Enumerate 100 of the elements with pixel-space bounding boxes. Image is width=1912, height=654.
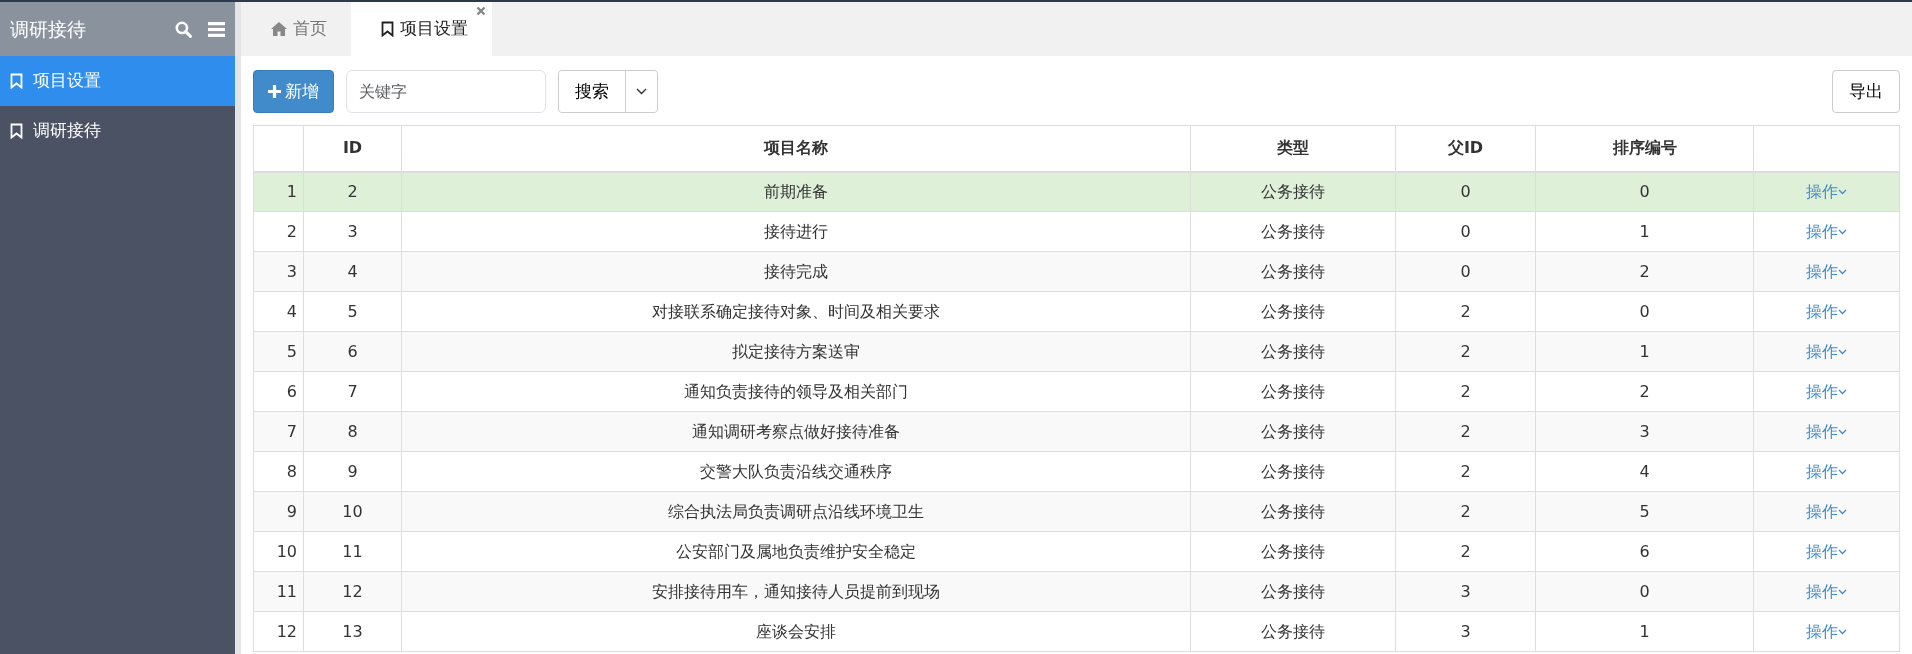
action-link[interactable]: 操作 bbox=[1806, 541, 1847, 561]
action-link[interactable]: 操作 bbox=[1806, 501, 1847, 521]
caret-icon bbox=[1838, 309, 1847, 315]
table-cell: 1 bbox=[1535, 331, 1754, 372]
table-cell: 3 bbox=[1395, 571, 1536, 612]
caret-icon bbox=[1838, 549, 1847, 555]
plus-icon bbox=[268, 85, 281, 98]
export-button[interactable]: 导出 bbox=[1832, 70, 1900, 113]
search-icon[interactable] bbox=[175, 20, 192, 38]
table-row[interactable]: 12 13 座谈会安排 公务接待 3 1 操作 bbox=[253, 611, 1900, 652]
bookmark-icon bbox=[10, 73, 23, 89]
action-link[interactable]: 操作 bbox=[1806, 221, 1847, 241]
table-cell: 8 bbox=[303, 411, 402, 452]
table-cell: 13 bbox=[303, 611, 402, 652]
table-row[interactable]: 10 11 公安部门及属地负责维护安全稳定 公务接待 2 6 操作 bbox=[253, 531, 1900, 572]
table-cell: 9 bbox=[303, 451, 402, 492]
row-number: 4 bbox=[253, 291, 304, 332]
table-cell: 拟定接待方案送审 bbox=[401, 331, 1191, 372]
table-row[interactable]: 11 12 安排接待用车，通知接待人员提前到现场 公务接待 3 0 操作 bbox=[253, 571, 1900, 612]
action-link[interactable]: 操作 bbox=[1806, 421, 1847, 441]
row-number: 3 bbox=[253, 251, 304, 292]
table-cell: 2 bbox=[1395, 411, 1536, 452]
column-header: 父ID bbox=[1395, 125, 1536, 172]
row-number: 2 bbox=[253, 211, 304, 252]
table-cell: 前期准备 bbox=[401, 171, 1191, 212]
table-cell: 3 bbox=[1535, 411, 1754, 452]
table-row[interactable]: 9 10 综合执法局负责调研点沿线环境卫生 公务接待 2 5 操作 bbox=[253, 491, 1900, 532]
bookmark-icon bbox=[381, 21, 394, 37]
action-link[interactable]: 操作 bbox=[1806, 341, 1847, 361]
action-link[interactable]: 操作 bbox=[1806, 461, 1847, 481]
table-cell: 公务接待 bbox=[1190, 331, 1396, 372]
menu-icon[interactable] bbox=[208, 21, 225, 37]
table-cell: 公务接待 bbox=[1190, 291, 1396, 332]
table-cell: 安排接待用车，通知接待人员提前到现场 bbox=[401, 571, 1191, 612]
table-cell: 0 bbox=[1395, 211, 1536, 252]
table-cell: 座谈会安排 bbox=[401, 611, 1191, 652]
table-cell: 3 bbox=[303, 211, 402, 252]
table-cell: 2 bbox=[303, 171, 402, 212]
column-header: 排序编号 bbox=[1535, 125, 1754, 172]
row-number: 11 bbox=[253, 571, 304, 612]
caret-icon bbox=[1838, 229, 1847, 235]
action-link[interactable]: 操作 bbox=[1806, 301, 1847, 321]
tab[interactable]: 首页 bbox=[241, 2, 351, 56]
column-header: ID bbox=[303, 125, 402, 172]
row-number: 5 bbox=[253, 331, 304, 372]
table-cell: 接待完成 bbox=[401, 251, 1191, 292]
table-row[interactable]: 4 5 对接联系确定接待对象、时间及相关要求 公务接待 2 0 操作 bbox=[253, 291, 1900, 332]
table-cell: 5 bbox=[303, 291, 402, 332]
caret-icon bbox=[1838, 349, 1847, 355]
table-cell: 公务接待 bbox=[1190, 371, 1396, 412]
table-row[interactable]: 2 3 接待进行 公务接待 0 1 操作 bbox=[253, 211, 1900, 252]
column-header: 类型 bbox=[1190, 125, 1396, 172]
caret-icon bbox=[1838, 589, 1847, 595]
row-number: 6 bbox=[253, 371, 304, 412]
table-cell: 公务接待 bbox=[1190, 531, 1396, 572]
action-link[interactable]: 操作 bbox=[1806, 381, 1847, 401]
caret-icon bbox=[1838, 429, 1847, 435]
table-row[interactable]: 7 8 通知调研考察点做好接待准备 公务接待 2 3 操作 bbox=[253, 411, 1900, 452]
table-cell: 2 bbox=[1395, 291, 1536, 332]
table-cell: 公务接待 bbox=[1190, 571, 1396, 612]
search-button[interactable]: 搜索 bbox=[559, 71, 626, 112]
table-cell: 公务接待 bbox=[1190, 411, 1396, 452]
table-cell: 2 bbox=[1395, 451, 1536, 492]
caret-icon bbox=[1838, 509, 1847, 515]
table-cell: 0 bbox=[1535, 171, 1754, 212]
keyword-field[interactable]: 关键字 bbox=[346, 70, 546, 113]
table-row[interactable]: 3 4 接待完成 公务接待 0 2 操作 bbox=[253, 251, 1900, 292]
action-link[interactable]: 操作 bbox=[1806, 621, 1847, 641]
table-cell: 通知调研考察点做好接待准备 bbox=[401, 411, 1191, 452]
close-icon[interactable] bbox=[476, 6, 486, 16]
table-cell: 公务接待 bbox=[1190, 611, 1396, 652]
row-number: 12 bbox=[253, 611, 304, 652]
table-cell: 2 bbox=[1395, 371, 1536, 412]
table-cell: 3 bbox=[1395, 611, 1536, 652]
action-link[interactable]: 操作 bbox=[1806, 581, 1847, 601]
table-cell: 2 bbox=[1535, 251, 1754, 292]
caret-icon bbox=[1838, 389, 1847, 395]
table-cell: 0 bbox=[1395, 171, 1536, 212]
table-cell: 接待进行 bbox=[401, 211, 1191, 252]
table-cell: 1 bbox=[1535, 611, 1754, 652]
add-button[interactable]: 新增 bbox=[253, 70, 334, 113]
caret-icon bbox=[636, 88, 647, 96]
row-number: 1 bbox=[253, 171, 304, 212]
table-cell: 公务接待 bbox=[1190, 491, 1396, 532]
table-cell: 11 bbox=[303, 531, 402, 572]
table-row[interactable]: 5 6 拟定接待方案送审 公务接待 2 1 操作 bbox=[253, 331, 1900, 372]
table-row[interactable]: 8 9 交警大队负责沿线交通秩序 公务接待 2 4 操作 bbox=[253, 451, 1900, 492]
table-row[interactable]: 1 2 前期准备 公务接待 0 0 操作 bbox=[253, 171, 1900, 212]
table-row[interactable]: 6 7 通知负责接待的领导及相关部门 公务接待 2 2 操作 bbox=[253, 371, 1900, 412]
caret-icon bbox=[1838, 189, 1847, 196]
action-link[interactable]: 操作 bbox=[1806, 261, 1847, 281]
row-number: 7 bbox=[253, 411, 304, 452]
tab[interactable]: 项目设置 bbox=[351, 2, 492, 56]
table-cell: 4 bbox=[303, 251, 402, 292]
bookmark-icon bbox=[10, 123, 23, 139]
table-cell: 0 bbox=[1535, 571, 1754, 612]
row-number: 8 bbox=[253, 451, 304, 492]
sidebar-item[interactable]: 调研接待 bbox=[0, 106, 235, 156]
row-number: 10 bbox=[253, 531, 304, 572]
table-cell: 5 bbox=[1535, 491, 1754, 532]
